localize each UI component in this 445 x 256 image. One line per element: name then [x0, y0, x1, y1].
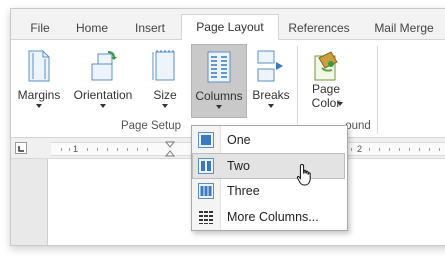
columns-dropdown-caret: [216, 105, 222, 109]
ribbon-panel: Margins Orientation Size Columns Breaks …: [11, 40, 445, 138]
size-dropdown-caret: [162, 104, 168, 108]
menu-item-label: Three: [227, 184, 260, 198]
page-size-icon: [152, 50, 178, 85]
margins-button[interactable]: Margins: [15, 44, 63, 116]
tab-stop-selector-icon[interactable]: [15, 142, 27, 154]
page-color-icon: [311, 50, 341, 85]
group-label-page-setup: Page Setup: [120, 120, 182, 132]
group-separator: [297, 46, 298, 134]
indent-marker-icon[interactable]: [164, 141, 176, 160]
columns-dropdown-menu: One Two Three More Columns...: [191, 125, 348, 231]
breaks-icon: [256, 50, 286, 85]
tab-file[interactable]: File: [19, 17, 61, 39]
tab-insert[interactable]: Insert: [127, 17, 173, 39]
word-processor-window: File Home Insert Page Layout References …: [10, 8, 445, 246]
page-color-label-line1: Page: [311, 82, 341, 96]
breaks-label: Breaks: [252, 88, 290, 102]
menu-item-label: One: [227, 133, 251, 147]
menu-item-label: More Columns...: [227, 210, 319, 224]
hand-pointer-cursor-icon: [296, 163, 314, 190]
columns-icon: [206, 51, 232, 86]
margins-icon: [27, 50, 51, 85]
orientation-icon: [86, 50, 120, 85]
breaks-button[interactable]: Breaks: [249, 44, 293, 116]
margins-label: Margins: [17, 88, 61, 102]
menu-item-more-columns[interactable]: More Columns...: [193, 205, 344, 229]
menu-item-label: Two: [227, 159, 250, 173]
ribbon-tab-bar: File Home Insert Page Layout References …: [11, 9, 445, 42]
three-columns-icon: [198, 183, 214, 202]
size-button[interactable]: Size: [145, 44, 185, 116]
breaks-dropdown-caret: [268, 104, 274, 108]
group-separator: [377, 46, 378, 134]
page-color-button[interactable]: Page Color: [301, 44, 351, 116]
ruler-mark-1: 1: [73, 144, 79, 154]
menu-item-three-columns[interactable]: Three: [193, 179, 344, 203]
one-column-icon: [198, 132, 214, 151]
tab-mail-merge[interactable]: Mail Merge: [367, 17, 441, 39]
page-color-dropdown-caret: [337, 102, 343, 106]
columns-button[interactable]: Columns: [191, 44, 247, 118]
size-label: Size: [153, 88, 177, 102]
menu-item-one-column[interactable]: One: [193, 128, 344, 152]
columns-label: Columns: [195, 89, 243, 103]
orientation-dropdown-caret: [100, 104, 106, 108]
tab-page-layout[interactable]: Page Layout: [181, 14, 279, 42]
orientation-button[interactable]: Orientation: [67, 44, 139, 116]
tab-references[interactable]: References: [283, 17, 355, 39]
two-columns-icon: [198, 158, 214, 177]
page-color-label: Page Color: [301, 82, 351, 110]
ruler-mark-2: 2: [357, 144, 363, 154]
menu-item-two-columns[interactable]: Two: [192, 153, 345, 179]
tab-home[interactable]: Home: [69, 17, 115, 39]
orientation-label: Orientation: [73, 88, 133, 102]
more-columns-icon: [198, 209, 214, 228]
margins-dropdown-caret: [36, 104, 42, 108]
